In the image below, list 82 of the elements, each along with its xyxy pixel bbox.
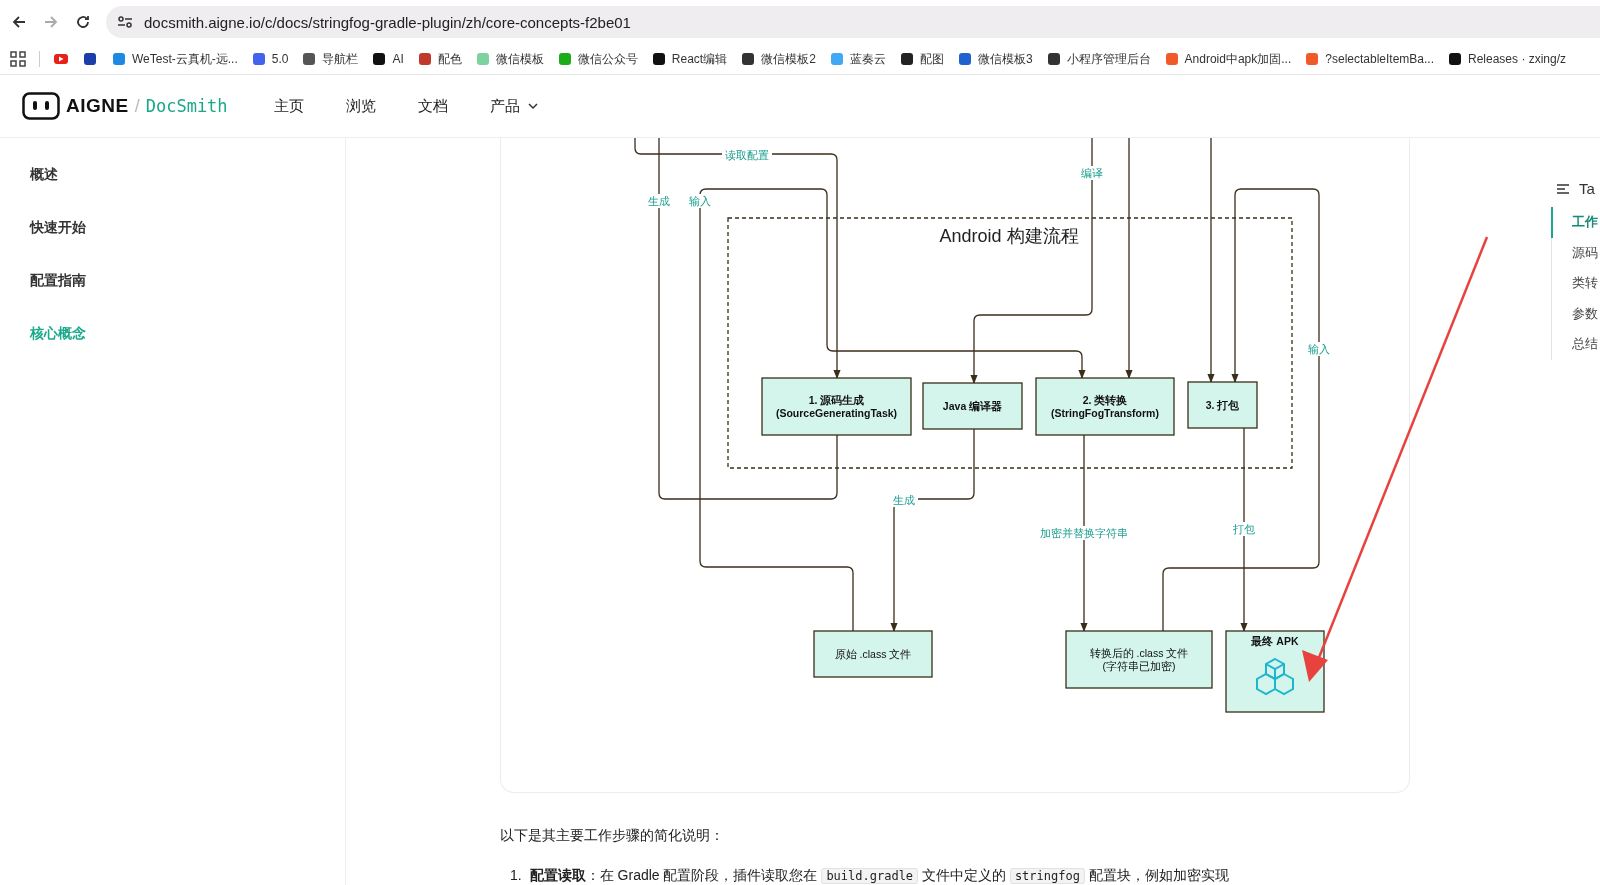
node-label: 转换后的 .class 文件	[1089, 646, 1189, 659]
favicon-icon	[828, 51, 845, 67]
bookmark[interactable]: React编辑	[650, 50, 728, 68]
bookmark[interactable]: 小程序管理后台	[1045, 50, 1151, 68]
sidebar-item[interactable]: 概述	[0, 166, 345, 219]
bookmark[interactable]: 配图	[898, 50, 944, 68]
bookmark[interactable]: ?selectableItemBa...	[1304, 51, 1434, 67]
edge-label: 打包	[1230, 522, 1258, 536]
list-number: 1.	[510, 867, 522, 885]
edge-label: 编译	[1078, 166, 1106, 180]
toc-item[interactable]: 工作	[1551, 207, 1598, 238]
favicon-icon	[301, 51, 318, 67]
edge-label: 输入	[1305, 342, 1333, 356]
sidebar-item[interactable]: 配置指南	[0, 272, 345, 325]
url-text: docsmith.aigne.io/c/docs/stringfog-gradle-plugin/zh/core-concepts-f2be01	[144, 13, 631, 31]
bookmark[interactable]: Releases · zxing/z	[1447, 51, 1567, 67]
apps-grid-icon[interactable]	[10, 51, 26, 67]
node-label: (StringFogTransform)	[1051, 406, 1159, 419]
bookmark[interactable]: 微信模板3	[956, 50, 1033, 68]
node-label: 2. 类转换	[1082, 393, 1128, 406]
favicon-icon	[371, 51, 388, 67]
reload-icon[interactable]	[74, 13, 92, 31]
toc-item[interactable]: 源码	[1551, 237, 1598, 268]
node-label: 原始 .class 文件	[834, 648, 912, 660]
bookmark[interactable]: 导航栏	[301, 50, 359, 68]
bookmark[interactable]: Android中apk加固...	[1163, 50, 1292, 68]
nav-link[interactable]: 浏览	[345, 96, 376, 116]
bookmark[interactable]: 5.0	[250, 51, 289, 67]
edge-label: 输入	[686, 194, 714, 208]
nav-link[interactable]: 文档	[417, 96, 448, 116]
edge-label: 生成	[890, 493, 918, 507]
bookmark[interactable]: 蓝奏云	[828, 50, 886, 68]
toc-item[interactable]: 类转	[1551, 268, 1598, 299]
favicon-icon	[740, 51, 757, 67]
node-label: Java 编译器	[942, 400, 1003, 412]
list-icon	[1557, 183, 1569, 194]
step-text: 配置读取：在 Gradle 配置阶段，插件读取您在 build.gradle 文件中定义的 stringfog 配置块，例如加密实现	[529, 867, 1229, 885]
toc-item[interactable]: 参数	[1551, 298, 1598, 329]
toc-item[interactable]: 总结	[1551, 329, 1598, 360]
favicon-icon	[1304, 51, 1321, 67]
bookmark[interactable]	[82, 51, 98, 67]
play-icon	[53, 51, 69, 67]
bookmark[interactable]: 微信公众号	[556, 50, 638, 68]
address-bar[interactable]: docsmith.aigne.io/c/docs/stringfog-gradle-plugin/zh/core-concepts-f2be01	[106, 6, 1600, 38]
hexagon-cluster-icon	[1256, 657, 1294, 696]
process-node	[1187, 381, 1258, 429]
paragraph-text: 以下是其主要工作步骤的简化说明：	[500, 827, 725, 845]
favicon-icon	[250, 51, 267, 67]
node-label: 最终 APK	[1251, 635, 1299, 647]
favicon-icon	[416, 51, 433, 67]
nav-link[interactable]: 产品	[489, 96, 520, 116]
favicon-icon	[1447, 51, 1463, 67]
bookmark[interactable]: 微信模板	[474, 50, 544, 68]
favicon-icon	[111, 51, 127, 67]
favicon-icon	[1163, 51, 1180, 67]
favicon-icon	[82, 51, 98, 67]
node-label: 1. 源码生成	[808, 393, 865, 406]
bookmark[interactable]: AI	[371, 51, 404, 67]
cluster-title: Android 构建流程	[939, 226, 1079, 246]
nav-link[interactable]: 主页	[273, 96, 304, 116]
node-label: (SourceGeneratingTask)	[775, 406, 898, 419]
bookmark[interactable]	[53, 51, 69, 67]
favicon-icon	[898, 51, 915, 67]
logo-icon[interactable]	[22, 92, 60, 120]
chevron-down-icon[interactable]	[527, 102, 538, 110]
toc-title: Ta	[1579, 180, 1595, 197]
favicon-icon	[956, 51, 973, 67]
edge-label: 读取配置	[722, 148, 772, 162]
bookmark[interactable]: 微信模板2	[740, 50, 816, 68]
brand-name[interactable]: AIGNE	[66, 95, 129, 117]
bookmark[interactable]: WeTest-云真机-远...	[111, 50, 238, 68]
node-label: 3. 打包	[1205, 399, 1240, 411]
site-settings-icon[interactable]	[116, 13, 134, 31]
sidebar-item[interactable]: 快速开始	[0, 219, 345, 272]
favicon-icon	[650, 51, 667, 67]
edge-label: 生成	[645, 194, 673, 208]
favicon-icon	[1045, 51, 1062, 67]
favicon-icon	[474, 51, 491, 67]
brand-separator: /	[134, 95, 140, 117]
node-label: (字符串已加密)	[1102, 659, 1176, 672]
favicon-icon	[556, 51, 573, 67]
bookmark[interactable]: 配色	[416, 50, 462, 68]
